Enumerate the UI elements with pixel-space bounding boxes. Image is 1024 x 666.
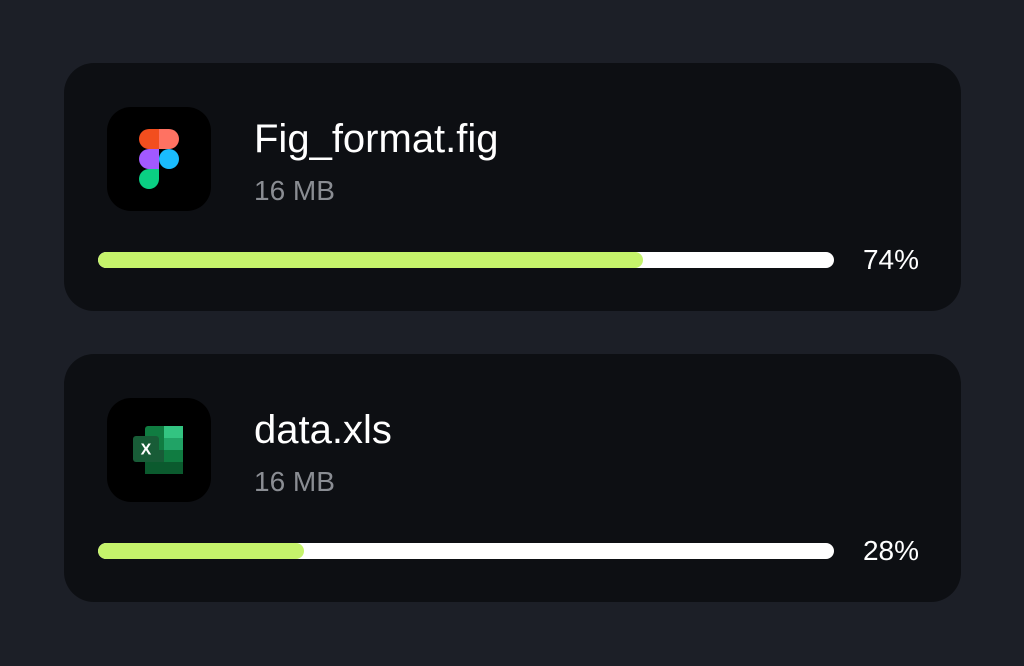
progress-bar: [98, 543, 834, 559]
figma-icon: [139, 129, 179, 189]
file-card[interactable]: Fig_format.fig 16 MB 74%: [64, 63, 961, 311]
progress-fill: [98, 252, 643, 268]
progress-percent: 74%: [862, 244, 919, 275]
svg-text:X: X: [141, 442, 152, 459]
file-card[interactable]: X data.xls 16 MB 28%: [64, 354, 961, 602]
excel-icon: X: [133, 426, 183, 474]
file-size: 16 MB: [254, 466, 335, 497]
file-name: Fig_format.fig: [254, 117, 499, 161]
progress-bar: [98, 252, 834, 268]
progress-percent: 28%: [862, 535, 919, 566]
file-size: 16 MB: [254, 175, 335, 206]
file-icon-tile: [107, 107, 211, 211]
progress-fill: [98, 543, 305, 559]
file-name: data.xls: [254, 408, 392, 452]
upload-list: Fig_format.fig 16 MB 74% X data.xls 16 M…: [0, 0, 1024, 666]
file-icon-tile: X: [107, 398, 211, 502]
